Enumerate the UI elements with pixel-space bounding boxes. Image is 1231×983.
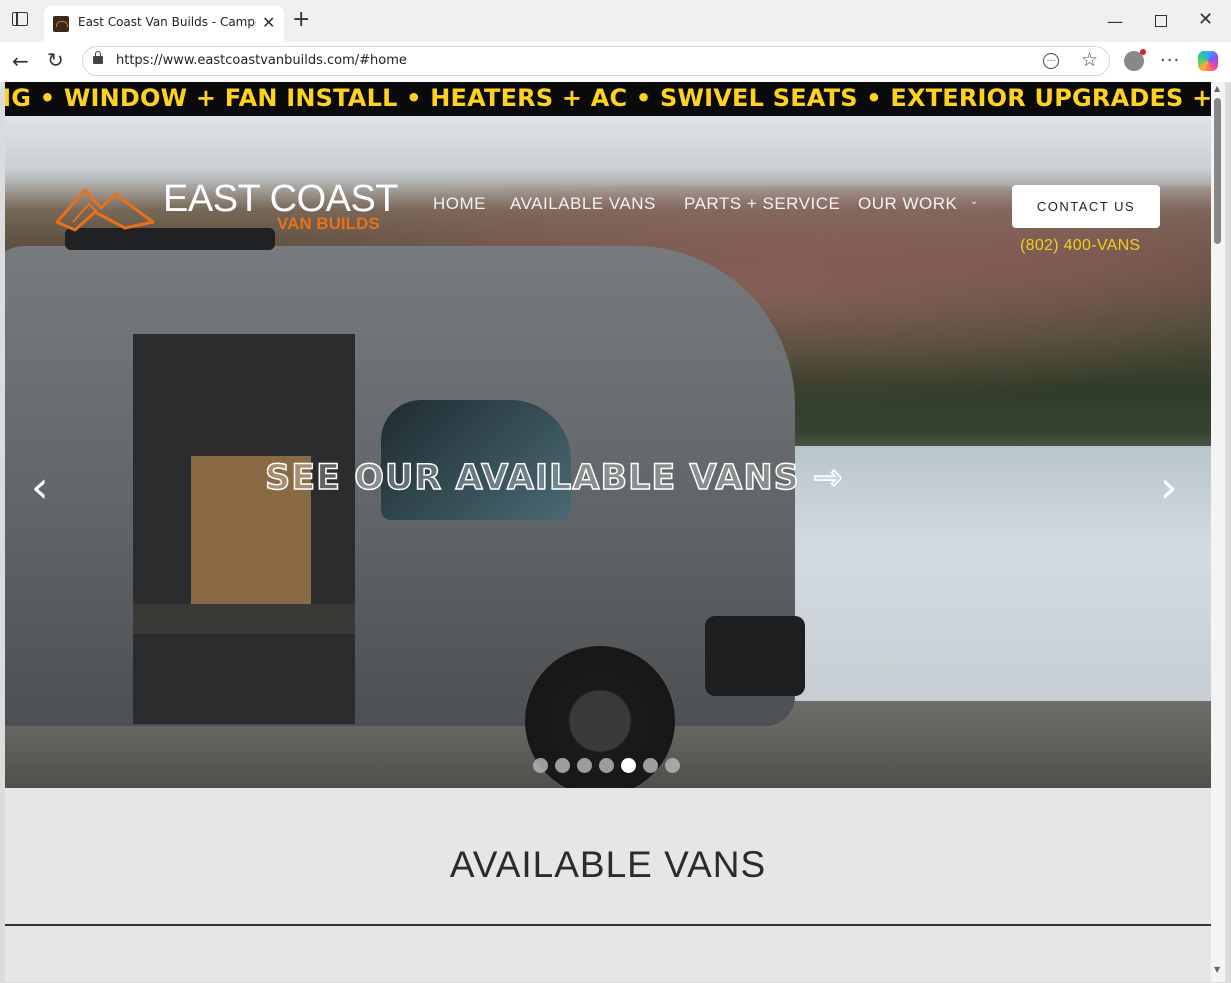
slider-prev-icon[interactable]: ‹ bbox=[31, 462, 49, 513]
favorite-star-icon[interactable]: ☆ bbox=[1081, 49, 1098, 71]
phone-link[interactable]: (802) 400-VANS bbox=[1020, 237, 1140, 255]
reader-mode-icon[interactable]: … bbox=[1043, 53, 1059, 69]
tab-title: East Coast Van Builds - Camper Van bbox=[78, 15, 256, 29]
lock-icon[interactable] bbox=[93, 51, 103, 64]
nav-item-our-work[interactable]: OUR WORK bbox=[858, 194, 957, 214]
hero-slider: EAST COAST VAN BUILDS HOME AVAILABLE VAN… bbox=[5, 116, 1211, 788]
slider-dot[interactable] bbox=[533, 758, 548, 773]
scroll-down-icon[interactable]: ▼ bbox=[1214, 965, 1220, 974]
more-menu-icon[interactable]: ··· bbox=[1160, 50, 1180, 71]
ticker-text: NG • WINDOW + FAN INSTALL • HEATERS + AC… bbox=[5, 84, 1211, 112]
minimize-icon[interactable]: — bbox=[1107, 12, 1123, 31]
slider-dot[interactable] bbox=[621, 758, 636, 773]
tab-actions-icon[interactable] bbox=[12, 12, 28, 26]
site-logo[interactable]: EAST COAST VAN BUILDS bbox=[55, 176, 415, 236]
browser-toolbar: ← ↻ https://www.eastcoastvanbuilds.com/#… bbox=[0, 42, 1231, 83]
close-tab-icon[interactable]: ✕ bbox=[262, 14, 275, 32]
announcement-ticker: NG • WINDOW + FAN INSTALL • HEATERS + AC… bbox=[5, 82, 1211, 116]
profile-avatar-icon[interactable] bbox=[1124, 49, 1146, 71]
new-tab-button[interactable]: + bbox=[292, 9, 310, 31]
section-title: AVAILABLE VANS bbox=[449, 844, 767, 885]
slider-dot[interactable] bbox=[577, 758, 592, 773]
section-divider bbox=[5, 924, 1211, 926]
nav-item-available-vans[interactable]: AVAILABLE VANS bbox=[510, 194, 656, 214]
nav-item-parts-service[interactable]: PARTS + SERVICE bbox=[684, 194, 840, 214]
contact-us-button[interactable]: CONTACT US bbox=[1012, 185, 1160, 228]
slider-dot[interactable] bbox=[555, 758, 570, 773]
maximize-icon[interactable] bbox=[1155, 15, 1167, 27]
scroll-thumb[interactable] bbox=[1214, 98, 1221, 244]
slider-next-icon[interactable]: › bbox=[1160, 462, 1178, 513]
page-scrollbar[interactable]: ▲ ▼ bbox=[1211, 82, 1225, 982]
scroll-up-icon[interactable]: ▲ bbox=[1214, 84, 1220, 93]
slider-dot[interactable] bbox=[643, 758, 658, 773]
chevron-down-icon[interactable]: ⌄ bbox=[970, 196, 979, 207]
slider-dots bbox=[533, 758, 693, 776]
van-image-floor bbox=[133, 604, 355, 634]
browser-tab[interactable]: East Coast Van Builds - Camper Van ✕ bbox=[44, 6, 284, 42]
hero-cta-link[interactable]: SEE OUR AVAILABLE VANS → bbox=[264, 457, 843, 499]
window-close-icon[interactable]: ✕ bbox=[1198, 9, 1213, 30]
slider-dot[interactable] bbox=[665, 758, 680, 773]
reload-icon[interactable]: ↻ bbox=[47, 48, 64, 72]
van-image-bumper bbox=[705, 616, 805, 696]
logo-subtitle: VAN BUILDS bbox=[277, 214, 380, 233]
address-bar[interactable]: https://www.eastcoastvanbuilds.com/#home… bbox=[82, 46, 1110, 76]
back-arrow-icon[interactable]: ← bbox=[12, 49, 29, 73]
url-text[interactable]: https://www.eastcoastvanbuilds.com/#home bbox=[116, 53, 407, 68]
nav-item-home[interactable]: HOME bbox=[433, 194, 486, 214]
page-viewport: NG • WINDOW + FAN INSTALL • HEATERS + AC… bbox=[5, 82, 1211, 982]
copilot-icon[interactable] bbox=[1198, 51, 1218, 71]
slider-dot[interactable] bbox=[599, 758, 614, 773]
mountain-logo-icon bbox=[55, 188, 155, 232]
favicon-icon bbox=[53, 16, 69, 32]
browser-tab-bar: East Coast Van Builds - Camper Van ✕ + —… bbox=[0, 0, 1231, 42]
available-vans-section: AVAILABLE VANS bbox=[5, 788, 1211, 982]
